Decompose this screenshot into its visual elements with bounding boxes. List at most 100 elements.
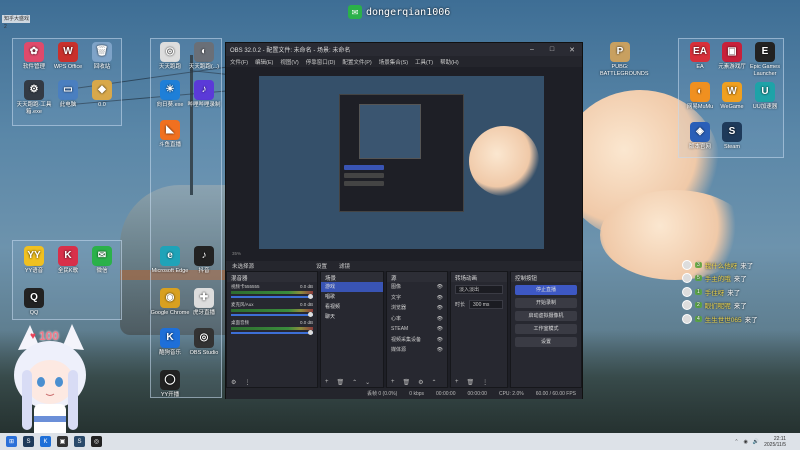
menu-item[interactable]: 停靠窗口(D) — [306, 58, 336, 66]
duration-field[interactable]: 300 ms — [469, 300, 503, 309]
maximize-icon[interactable]: □ — [542, 46, 562, 54]
menu-item[interactable]: 编辑(E) — [255, 58, 273, 66]
chat-username: 生生世世065 — [704, 316, 742, 324]
clock[interactable]: 22:11 2025/11/5 — [764, 436, 786, 448]
mixer-channel: 桌面音频 0.0 dB — [227, 318, 317, 336]
obs-preview[interactable] — [259, 76, 544, 249]
visibility-eye-icon[interactable]: 👁 — [437, 345, 443, 356]
visibility-eye-icon[interactable]: 👁 — [437, 303, 443, 314]
add-icon[interactable]: + — [391, 379, 395, 385]
app-icon: ▣ — [722, 42, 742, 62]
control-button[interactable]: 设置 — [515, 337, 577, 347]
down-icon[interactable]: ⌄ — [365, 379, 370, 386]
up-icon[interactable]: ⌃ — [432, 379, 437, 386]
desktop-icon[interactable]: ◣ 斗鱼直播 — [150, 120, 190, 149]
channel-db: 0.0 dB — [299, 320, 313, 325]
source-item[interactable]: STEAM 👁 — [387, 324, 447, 335]
source-item[interactable]: 媒体源 👁 — [387, 345, 447, 356]
scene-item[interactable]: 游戏 — [321, 282, 383, 292]
desktop-icon[interactable]: Q QQ — [14, 288, 54, 317]
menu-item[interactable]: 视图(V) — [280, 58, 298, 66]
terminal-icon[interactable]: ▣ — [57, 436, 68, 447]
add-icon[interactable]: + — [455, 379, 459, 385]
add-icon[interactable]: + — [325, 379, 329, 385]
source-item[interactable]: 图像 👁 — [387, 282, 447, 293]
desktop-icon[interactable]: P PUBG: BATTLEGROUNDS — [600, 42, 649, 77]
volume-meter — [231, 327, 313, 330]
desktop-icon[interactable]: ◯ YY开播 — [150, 370, 190, 399]
volume-slider[interactable] — [231, 294, 313, 299]
desktop-icon[interactable]: ♪ 抖音 — [184, 246, 224, 275]
source-item[interactable]: 心率 👁 — [387, 314, 447, 325]
source-item[interactable]: 浏览器 👁 — [387, 303, 447, 314]
scene-item[interactable]: 看视频 — [321, 302, 383, 312]
menu-item[interactable]: 配置文件(P) — [342, 58, 371, 66]
close-icon[interactable]: ✕ — [562, 46, 582, 54]
menu-item[interactable]: 工具(T) — [415, 58, 433, 66]
desktop-icon[interactable]: 🗑 回收站 — [82, 42, 122, 71]
visibility-eye-icon[interactable]: 👁 — [437, 335, 443, 346]
menu-item[interactable]: 场景集合(S) — [379, 58, 408, 66]
volume-slider[interactable] — [231, 330, 313, 335]
record-time: 00:00:00 — [467, 390, 487, 397]
steam-icon[interactable]: S — [23, 436, 34, 447]
visibility-eye-icon[interactable]: 👁 — [437, 282, 443, 293]
preview-nested-row — [344, 173, 384, 178]
volume-icon[interactable]: 🔊 — [753, 439, 759, 445]
properties-button[interactable]: 设置 — [310, 262, 333, 270]
control-button[interactable]: 开始录制 — [515, 298, 577, 308]
desktop-icon[interactable]: ◐ 天天跑跑(...) — [184, 42, 224, 71]
trash-icon[interactable]: 🗑 — [337, 379, 345, 386]
app-icon: ◐ — [194, 42, 214, 62]
up-icon[interactable]: ⌃ — [352, 379, 357, 386]
visibility-eye-icon[interactable]: 👁 — [437, 324, 443, 335]
app-icon: P — [610, 42, 630, 62]
source-item[interactable]: 文字 👁 — [387, 293, 447, 304]
chat-avatar — [682, 286, 692, 297]
chat-text: 来了 — [733, 303, 747, 311]
menu-item[interactable]: 帮助(H) — [440, 58, 459, 66]
desktop-icon[interactable]: U UU加速器 — [745, 82, 785, 111]
obs-titlebar[interactable]: OBS 32.0.2 - 配置文件: 未命名 - 场景: 未命名 – □ ✕ — [226, 43, 582, 56]
desktop-icon[interactable]: ♪ 哔哩哔哩录制 — [184, 80, 224, 109]
filters-button[interactable]: 滤镜 — [333, 262, 356, 270]
transition-select[interactable]: 淡入淡出 — [455, 285, 503, 294]
window-tab[interactable]: 知乎大盛戏2 — [2, 15, 30, 30]
more-icon[interactable]: ⋮ — [482, 379, 488, 386]
visibility-eye-icon[interactable]: 👁 — [437, 314, 443, 325]
chat-message: 4 生生世世065 来了 — [682, 312, 797, 326]
scene-item[interactable]: 聊天 — [321, 312, 383, 322]
control-button[interactable]: 停止直播 — [515, 285, 577, 295]
control-button[interactable]: 启动虚拟摄像机 — [515, 311, 577, 321]
chevron-up-icon[interactable]: ⌃ — [734, 439, 738, 445]
gear-icon[interactable]: ⚙ — [418, 379, 423, 386]
desktop-icon[interactable]: ✉ 微信 — [82, 246, 122, 275]
network-icon[interactable]: ◉ — [744, 439, 748, 445]
steam-icon[interactable]: S — [74, 436, 85, 447]
obs-window[interactable]: OBS 32.0.2 - 配置文件: 未命名 - 场景: 未命名 – □ ✕ 文… — [225, 42, 583, 399]
app-icon: e — [160, 246, 180, 266]
menu-item[interactable]: 文件(F) — [230, 58, 248, 66]
mixer-channel: 麦克风/Aux 0.0 dB — [227, 300, 317, 318]
desktop-icon[interactable]: ◆ 0.0 — [82, 80, 122, 109]
trash-icon[interactable]: 🗑 — [467, 379, 475, 386]
kugou-icon[interactable]: K — [40, 436, 51, 447]
more-icon[interactable]: ⋮ — [244, 379, 250, 386]
source-item[interactable]: 视频采集设备 👁 — [387, 335, 447, 346]
minimize-icon[interactable]: – — [522, 46, 542, 54]
desktop-icon[interactable]: S Steam — [712, 122, 752, 151]
volume-slider[interactable] — [231, 312, 313, 317]
desktop-icon[interactable]: E Epic Games Launcher — [745, 42, 785, 77]
visibility-eye-icon[interactable]: 👁 — [437, 293, 443, 304]
controls-dock: 控制按钮 停止直播 开始录制 启动虚拟摄像机 工作室模式 设置 — [510, 271, 582, 388]
app-icon: ⚙ — [24, 80, 44, 100]
start-icon[interactable]: ⊞ — [6, 436, 17, 447]
trash-icon[interactable]: 🗑 — [403, 379, 411, 386]
control-button[interactable]: 工作室模式 — [515, 324, 577, 334]
desktop-icon[interactable]: ✚ 虎牙直播 — [184, 288, 224, 317]
gear-icon[interactable]: ⚙ — [231, 379, 236, 386]
obs-icon[interactable]: ◎ — [91, 436, 102, 447]
desktop-icon[interactable]: ◎ OBS Studio — [184, 328, 224, 357]
chat-username: 手住呀 — [704, 289, 725, 297]
scene-item[interactable]: 唱歌 — [321, 292, 383, 302]
